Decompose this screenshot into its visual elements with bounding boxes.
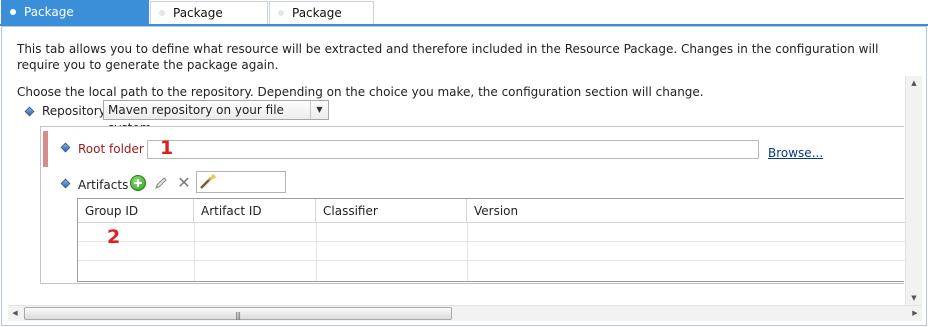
tab-bar: Package configuration Package content Pa… <box>0 0 928 42</box>
artifacts-label: Artifacts <box>78 178 129 192</box>
scroll-up-icon[interactable]: ▲ <box>906 76 922 90</box>
hint-text: Choose the local path to the repository.… <box>17 85 704 99</box>
annotation-marker-2: 2 <box>107 226 121 248</box>
vertical-scrollbar[interactable]: ▲ ▼ <box>905 76 922 305</box>
table-header: Group ID Artifact ID Classifier Version <box>78 199 905 223</box>
tab-dot-icon <box>278 10 284 16</box>
tab-dot-icon <box>159 10 165 16</box>
repository-label: Repository <box>42 104 106 118</box>
annotation-marker-1: 1 <box>160 137 174 159</box>
tab-package-configuration[interactable]: Package configuration <box>1 0 149 41</box>
browse-link[interactable]: Browse... <box>768 146 823 160</box>
required-indicator-bar <box>43 131 48 167</box>
column-divider <box>467 223 468 281</box>
root-folder-input[interactable] <box>147 140 759 159</box>
tab-package-content[interactable]: Package content <box>150 1 268 42</box>
table-row[interactable] <box>78 261 905 280</box>
table-row[interactable] <box>78 242 905 261</box>
table-row[interactable] <box>78 223 905 242</box>
column-header-version[interactable]: Version <box>467 199 905 223</box>
root-folder-label: Root folder <box>78 142 144 156</box>
column-header-group-id[interactable]: Group ID <box>78 199 194 223</box>
scroll-grip-icon: ||| <box>235 311 241 320</box>
add-icon[interactable] <box>130 175 146 191</box>
wand-icon <box>200 174 216 189</box>
artifacts-table[interactable]: Group ID Artifact ID Classifier Version <box>77 198 905 282</box>
artifact-filter-input[interactable] <box>196 171 286 193</box>
scroll-left-icon[interactable]: ◀ <box>8 306 22 321</box>
edit-icon[interactable] <box>153 175 169 191</box>
chevron-down-icon[interactable]: ▼ <box>310 101 328 119</box>
horizontal-scroll-thumb[interactable]: ||| <box>24 307 452 320</box>
repository-select[interactable]: Maven repository on your file system ▼ <box>103 100 329 135</box>
column-divider <box>316 223 317 281</box>
column-header-classifier[interactable]: Classifier <box>316 199 467 223</box>
column-header-artifact-id[interactable]: Artifact ID <box>194 199 316 223</box>
tab-dot-icon <box>10 9 16 15</box>
delete-icon[interactable]: ✕ <box>176 175 192 191</box>
scroll-right-icon[interactable]: ▶ <box>908 306 922 321</box>
column-divider <box>194 223 195 281</box>
scroll-down-icon[interactable]: ▼ <box>906 291 922 305</box>
tab-package-alerts[interactable]: Package alerts <box>269 1 374 42</box>
horizontal-scrollbar[interactable]: ◀ ||| ▶ <box>8 305 922 321</box>
description-text: This tab allows you to define what resou… <box>17 42 879 72</box>
